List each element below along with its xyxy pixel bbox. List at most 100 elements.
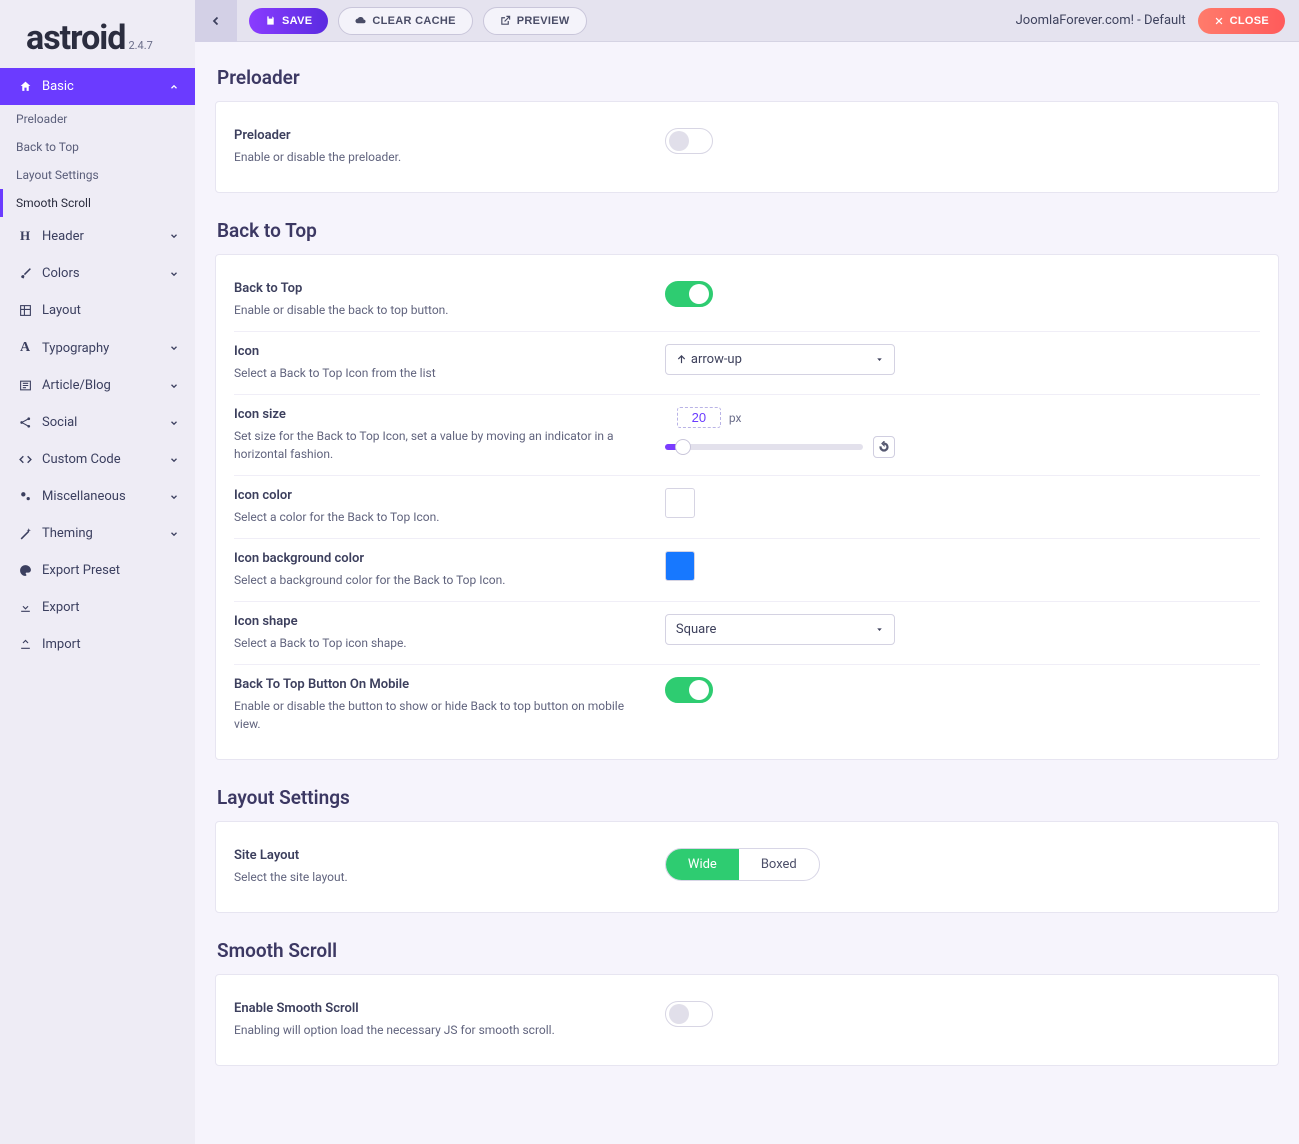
sub-item-preloader[interactable]: Preloader <box>0 105 195 133</box>
preview-label: PREVIEW <box>517 15 570 27</box>
cogs-icon <box>16 490 34 503</box>
nav-item-theming[interactable]: Theming <box>0 515 195 552</box>
layout-option-boxed[interactable]: Boxed <box>739 849 819 880</box>
code-icon <box>16 453 34 466</box>
btt-mobile-toggle[interactable] <box>665 677 713 703</box>
nav-label: Miscellaneous <box>42 489 126 504</box>
site-layout-segmented: Wide Boxed <box>665 848 820 881</box>
close-button[interactable]: CLOSE <box>1198 8 1285 34</box>
palette-icon <box>16 564 34 577</box>
btt-shape-label: Icon shape <box>234 614 645 629</box>
preloader-toggle[interactable] <box>665 128 713 154</box>
nav-label: Layout <box>42 303 81 318</box>
sub-item-layout-settings[interactable]: Layout Settings <box>0 161 195 189</box>
close-label: CLOSE <box>1230 15 1269 27</box>
close-icon <box>1214 16 1224 26</box>
btt-size-desc: Set size for the Back to Top Icon, set a… <box>234 427 645 463</box>
preloader-desc: Enable or disable the preloader. <box>234 148 645 166</box>
cloud-icon <box>355 15 366 26</box>
nav-label: Import <box>42 637 81 652</box>
btt-enable-desc: Enable or disable the back to top button… <box>234 301 645 319</box>
external-link-icon <box>500 15 511 26</box>
brand-name: astroid <box>26 18 125 58</box>
nav-label: Social <box>42 415 77 430</box>
smooth-label: Enable Smooth Scroll <box>234 1001 645 1016</box>
content-area: Preloader Preloader Enable or disable th… <box>195 42 1299 1144</box>
panel-backtotop: Back to Top Enable or disable the back t… <box>215 254 1279 760</box>
btt-enable-toggle[interactable] <box>665 281 713 307</box>
smooth-desc: Enabling will option load the necessary … <box>234 1021 645 1039</box>
preview-button[interactable]: PREVIEW <box>483 7 587 35</box>
smooth-toggle[interactable] <box>665 1001 713 1027</box>
chevron-down-icon <box>169 455 179 465</box>
share-icon <box>16 416 34 429</box>
chevron-down-icon <box>169 492 179 502</box>
preloader-label: Preloader <box>234 128 645 143</box>
btt-bgcolor-desc: Select a background color for the Back t… <box>234 571 645 589</box>
btt-icon-desc: Select a Back to Top Icon from the list <box>234 364 645 382</box>
nav-item-article-blog[interactable]: Article/Blog <box>0 367 195 404</box>
chevron-up-icon <box>169 82 179 92</box>
btt-size-unit: px <box>729 411 742 425</box>
chevron-down-icon <box>169 529 179 539</box>
upload-icon <box>16 638 34 651</box>
save-button[interactable]: SAVE <box>249 8 328 34</box>
panel-smooth: Enable Smooth Scroll Enabling will optio… <box>215 974 1279 1066</box>
nav-item-social[interactable]: Social <box>0 404 195 441</box>
nav-item-colors[interactable]: Colors <box>0 255 195 292</box>
sub-item-back-to-top[interactable]: Back to Top <box>0 133 195 161</box>
btt-enable-label: Back to Top <box>234 281 645 296</box>
btt-size-reset[interactable] <box>873 436 895 458</box>
layout-label: Site Layout <box>234 848 645 863</box>
chevron-down-icon <box>169 269 179 279</box>
sidebar: astroid 2.4.7 Basic Preloader Back to To… <box>0 0 195 1144</box>
nav-label: Header <box>42 229 84 244</box>
nav-item-miscellaneous[interactable]: Miscellaneous <box>0 478 195 515</box>
save-icon <box>265 15 276 26</box>
header-icon: H <box>16 228 34 244</box>
panel-preloader: Preloader Enable or disable the preloade… <box>215 101 1279 193</box>
nav-basic-submenu: Preloader Back to Top Layout Settings Sm… <box>0 105 195 217</box>
main: SAVE CLEAR CACHE PREVIEW JoomlaForever.c… <box>195 0 1299 1144</box>
chevron-down-icon <box>169 343 179 353</box>
nav-item-custom-code[interactable]: Custom Code <box>0 441 195 478</box>
nav-label: Export Preset <box>42 563 120 578</box>
btt-size-slider[interactable] <box>665 444 863 450</box>
btt-size-input[interactable] <box>677 407 721 428</box>
clear-cache-button[interactable]: CLEAR CACHE <box>338 7 472 35</box>
nav-item-layout[interactable]: Layout <box>0 292 195 329</box>
caret-down-icon <box>875 355 884 364</box>
newspaper-icon <box>16 379 34 392</box>
btt-shape-select[interactable]: Square <box>665 614 895 645</box>
nav-item-export[interactable]: Export <box>0 589 195 626</box>
topbar: SAVE CLEAR CACHE PREVIEW JoomlaForever.c… <box>195 0 1299 42</box>
btt-color-label: Icon color <box>234 488 645 503</box>
btt-icon-select[interactable]: arrow-up <box>665 344 895 375</box>
layout-desc: Select the site layout. <box>234 868 645 886</box>
brand-logo: astroid 2.4.7 <box>0 0 195 68</box>
collapse-sidebar-button[interactable] <box>195 0 237 42</box>
nav-item-basic[interactable]: Basic <box>0 68 195 105</box>
nav-item-export-preset[interactable]: Export Preset <box>0 552 195 589</box>
chevron-down-icon <box>169 418 179 428</box>
chevron-down-icon <box>169 381 179 391</box>
arrow-up-icon <box>676 354 687 365</box>
btt-color-swatch[interactable] <box>665 488 695 518</box>
nav-label: Typography <box>42 341 109 356</box>
nav-label: Basic <box>42 79 74 94</box>
nav-item-import[interactable]: Import <box>0 626 195 663</box>
btt-shape-value: Square <box>676 622 717 637</box>
sub-item-smooth-scroll[interactable]: Smooth Scroll <box>0 189 195 217</box>
caret-down-icon <box>875 625 884 634</box>
btt-size-label: Icon size <box>234 407 645 422</box>
brand-version: 2.4.7 <box>128 39 152 52</box>
magic-icon <box>16 527 34 540</box>
panel-layout: Site Layout Select the site layout. Wide… <box>215 821 1279 913</box>
nav-item-typography[interactable]: A Typography <box>0 329 195 367</box>
btt-bgcolor-swatch[interactable] <box>665 551 695 581</box>
save-label: SAVE <box>282 15 312 27</box>
btt-bgcolor-label: Icon background color <box>234 551 645 566</box>
layout-option-wide[interactable]: Wide <box>666 849 739 880</box>
btt-mobile-desc: Enable or disable the button to show or … <box>234 697 645 733</box>
nav-item-header[interactable]: H Header <box>0 217 195 255</box>
